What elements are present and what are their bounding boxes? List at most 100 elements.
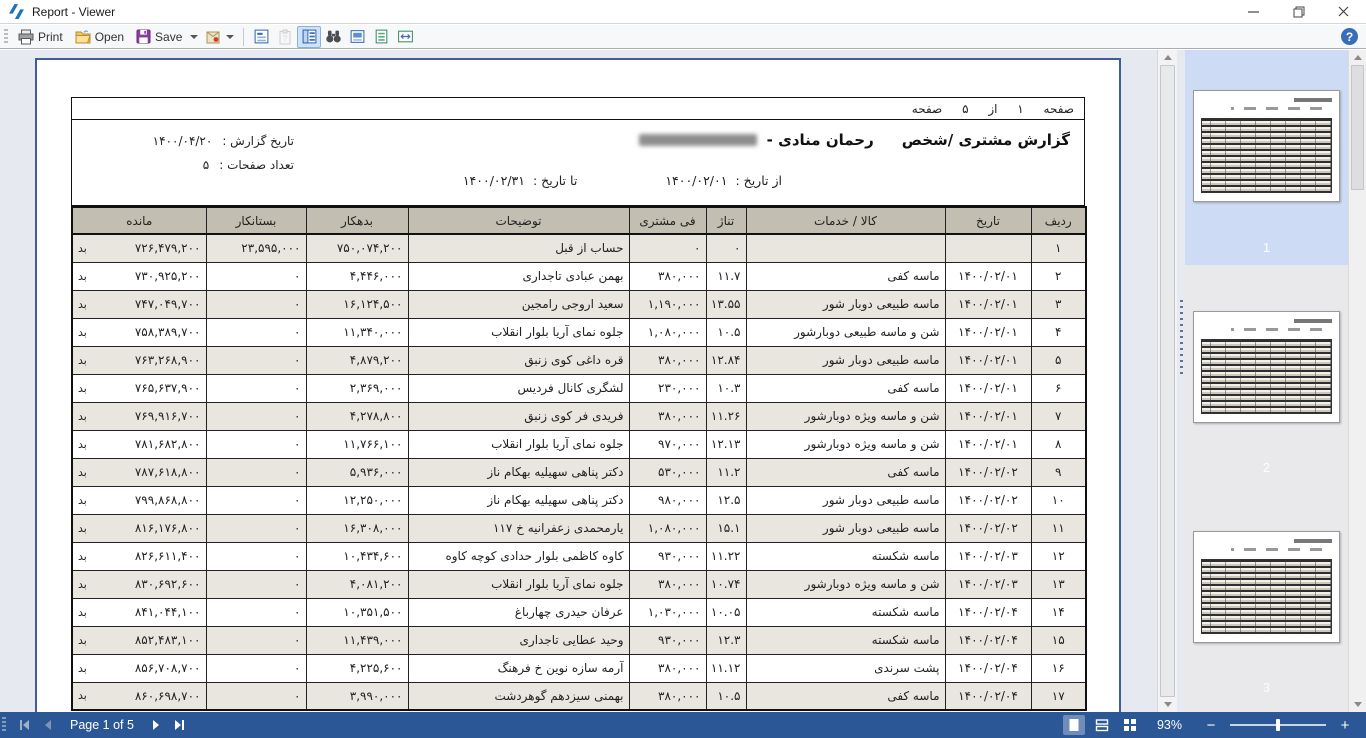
scroll-up-arrow[interactable] (1158, 50, 1177, 65)
table-header-row: ردیفتاریخکالا / خدماتتناژفی مشتریتوضیحات… (72, 207, 1086, 234)
zoom-percentage: 93% (1157, 718, 1182, 732)
cell: ۱۴۰۰/۰۲/۰۱ (945, 262, 1031, 290)
thumbnail-scrollbar-thumb[interactable] (1351, 65, 1364, 190)
cell: ۹ (1031, 458, 1086, 486)
cell: ۱۴۰۰/۰۲/۰۲ (945, 486, 1031, 514)
scroll-down-arrow[interactable] (1158, 697, 1177, 712)
splitter-grip[interactable] (1180, 300, 1183, 378)
export-button[interactable] (202, 27, 224, 47)
zoom-in-button[interactable]: + (1336, 717, 1354, 734)
toolbar-grip[interactable] (4, 29, 8, 45)
cell: ۰ (206, 654, 306, 682)
cell: ۴,۰۸۱,۲۰۰ (306, 570, 408, 598)
cell: ماسه طبیعی دوبار شور (746, 346, 945, 374)
cell: ۰ (206, 542, 306, 570)
thumb-scroll-up-arrow[interactable] (1349, 50, 1366, 65)
cell: ماسه کفی (746, 262, 945, 290)
toolbar: Print Open Save (0, 25, 1366, 49)
svg-text:?: ? (283, 34, 288, 43)
report-title-label: گزارش مشتری /شخص (902, 131, 1070, 149)
column-header-1: تاریخ (945, 207, 1031, 234)
cell: ۵۳۰,۰۰۰ (629, 458, 706, 486)
thumbnail-panel: 1 2 3 (1185, 50, 1348, 712)
balance-value: ۷۵۸,۳۸۹,۷۰۰ (135, 325, 201, 339)
open-button[interactable]: Open (69, 27, 130, 47)
report-table: ردیفتاریخکالا / خدماتتناژفی مشتریتوضیحات… (71, 206, 1087, 711)
report-date-value: ۱۴۰۰/۰۴/۲۰ (153, 129, 213, 153)
close-button[interactable] (1321, 0, 1366, 23)
page-outline-view-button[interactable] (369, 26, 393, 48)
fit-width-button[interactable] (393, 26, 417, 48)
cell: شن و ماسه طبیعی دوبارشور (746, 318, 945, 346)
last-page-button[interactable] (168, 714, 192, 736)
cell: ۰ (206, 346, 306, 374)
cell: ۱۱,۴۳۹,۰۰۰ (306, 626, 408, 654)
save-dropdown-caret[interactable] (190, 35, 198, 39)
column-header-3: تناژ (706, 207, 746, 234)
cell: پشت سرندی (746, 654, 945, 682)
panel-splitter[interactable] (1177, 50, 1185, 712)
table-row-14: ۱۴۱۴۰۰/۰۲/۰۴ماسه شکسته۱۰.۰۵۱,۰۳۰,۰۰۰عرفا… (72, 598, 1086, 626)
zoom-out-button[interactable]: − (1202, 717, 1220, 734)
page-thumbnail-3[interactable] (1193, 531, 1340, 643)
cell: ۱۱.۲ (706, 458, 746, 486)
balance-suffix: بد (78, 326, 87, 339)
cell: ۸۴۱,۰۴۴,۱۰۰بد (72, 598, 206, 626)
export-dropdown-caret[interactable] (226, 35, 234, 39)
cell: ماسه کفی (746, 682, 945, 710)
thumbnails-toggle-button[interactable] (297, 26, 321, 48)
cell: ۷۶۳,۲۶۸,۹۰۰بد (72, 346, 206, 374)
find-button[interactable] (321, 26, 345, 48)
cell: ۰ (206, 318, 306, 346)
cell: ۲۳۰,۰۰۰ (629, 374, 706, 402)
page-color-view-button[interactable] (345, 26, 369, 48)
parameters-panel-button[interactable] (249, 26, 273, 48)
cell: ۱۲.۳ (706, 626, 746, 654)
print-button[interactable]: Print (12, 27, 69, 47)
thumbnail-scrollbar[interactable] (1348, 50, 1366, 712)
help-button[interactable]: ? (1341, 28, 1358, 45)
cell: ۱۴۰۰/۰۲/۰۱ (945, 430, 1031, 458)
continuous-view-button[interactable] (1091, 715, 1113, 735)
cell: ۰ (706, 234, 746, 262)
thumb-scroll-down-arrow[interactable] (1349, 697, 1366, 712)
restore-button[interactable] (1276, 0, 1321, 23)
previous-page-button[interactable] (36, 714, 60, 736)
cell: ۳۸۰,۰۰۰ (629, 570, 706, 598)
cell: ۰ (206, 430, 306, 458)
scrollbar-thumb[interactable] (1160, 65, 1175, 697)
table-row-4: ۴۱۴۰۰/۰۲/۰۱شن و ماسه طبیعی دوبارشور۱۰.۵۱… (72, 318, 1086, 346)
document-scrollbar[interactable] (1157, 50, 1177, 712)
cell: ماسه شکسته (746, 626, 945, 654)
cell: ۱,۰۸۰,۰۰۰ (629, 318, 706, 346)
first-page-button[interactable] (12, 714, 36, 736)
page-thumbnail-1[interactable] (1193, 90, 1340, 202)
balance-value: ۸۵۶,۷۰۸,۷۰۰ (135, 661, 201, 675)
balance-value: ۷۲۶,۴۷۹,۲۰۰ (135, 241, 201, 255)
next-page-button[interactable] (144, 714, 168, 736)
column-header-7: بستانکار (206, 207, 306, 234)
cell: ۰ (206, 514, 306, 542)
cell: ۱۰,۴۳۴,۶۰۰ (306, 542, 408, 570)
report-page: صفحه ۱ از ۵ صفحه گزارش مشتری /شخص رحمان … (35, 58, 1121, 712)
page-thumbnail-2[interactable] (1193, 311, 1340, 423)
cell: ۴,۲۲۵,۶۰۰ (306, 654, 408, 682)
thumbnail-table-sketch (1201, 339, 1332, 414)
thumbnail-header-sketch (1201, 319, 1332, 337)
balance-suffix: بد (78, 689, 87, 702)
single-page-view-button[interactable] (1063, 715, 1085, 735)
cell: بهمنی سیزدهم گوهردشت (408, 682, 629, 710)
zoom-slider-thumb[interactable] (1276, 719, 1280, 731)
save-button[interactable]: Save (130, 27, 188, 46)
cell: شن و ماسه ویژه دوبارشور (746, 402, 945, 430)
cell: آرمه سازه نوین خ فرهنگ (408, 654, 629, 682)
clipboard-icon: ? (277, 29, 293, 45)
minimize-button[interactable] (1231, 0, 1276, 23)
cell: ۱۴۰۰/۰۲/۰۱ (945, 374, 1031, 402)
cell: ماسه شکسته (746, 598, 945, 626)
thumbnail-table-sketch (1201, 118, 1332, 193)
multi-page-view-button[interactable] (1119, 715, 1141, 735)
cell: ۱۱.۷ (706, 262, 746, 290)
thumbnail-label-1: 1 (1185, 240, 1348, 255)
zoom-slider[interactable] (1230, 724, 1326, 726)
